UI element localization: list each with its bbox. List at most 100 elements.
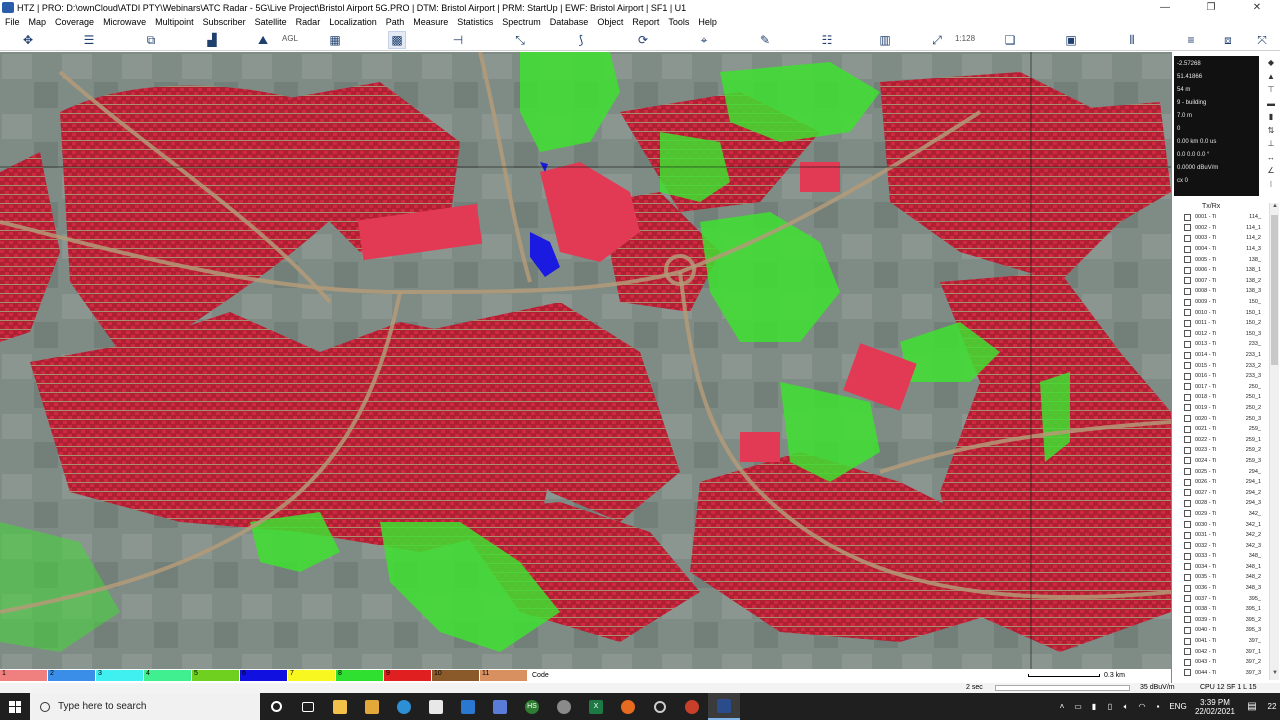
tray-volume-icon[interactable]: 🔈︎ [1118, 702, 1134, 712]
txrx-checkbox[interactable] [1184, 552, 1191, 560]
txrx-checkbox[interactable] [1184, 245, 1191, 253]
signal-icon[interactable]: ⦚ [1265, 180, 1277, 194]
txrx-row[interactable]: 0040 - Ti 395_3 [1184, 625, 1268, 636]
arrows-icon[interactable]: ⇅ [1265, 126, 1277, 140]
txrx-row[interactable]: 0021 - Ti 259_ [1184, 424, 1268, 435]
cortana-icon[interactable] [260, 693, 292, 720]
txrx-checkbox[interactable] [1184, 372, 1191, 380]
txrx-checkbox[interactable] [1184, 266, 1191, 274]
menu-tools[interactable]: Tools [663, 17, 693, 27]
clock[interactable]: 3:39 PM 22/02/2021 [1190, 698, 1240, 716]
txrx-checkbox[interactable] [1184, 213, 1191, 221]
menu-object[interactable]: Object [592, 17, 627, 27]
txrx-checkbox[interactable] [1184, 224, 1191, 232]
menu-coverage[interactable]: Coverage [50, 17, 98, 27]
txrx-row[interactable]: 0007 - Ti 138_2 [1184, 276, 1268, 287]
pin-icon[interactable]: ⊥ [1265, 139, 1277, 153]
txrx-row[interactable]: 0014 - Ti 233_1 [1184, 350, 1268, 361]
txrx-checkbox[interactable] [1184, 637, 1191, 645]
txrx-checkbox[interactable] [1184, 563, 1191, 571]
txrx-checkbox[interactable] [1184, 298, 1191, 306]
settings-app-icon[interactable] [644, 693, 676, 720]
hs-app-icon[interactable]: HS [516, 693, 548, 720]
building-icon[interactable]: ▮ [1265, 112, 1277, 126]
file-explorer-icon[interactable] [324, 693, 356, 720]
network-tool-icon[interactable] [484, 693, 516, 720]
txrx-row[interactable]: 0001 - Ti 114_ [1184, 212, 1268, 223]
notification-icon[interactable]: ▤ [1240, 701, 1264, 712]
txrx-row[interactable]: 0043 - Ti 397_2 [1184, 657, 1268, 668]
align-icon[interactable]: ≡ [1183, 32, 1199, 48]
list-view-icon[interactable]: ☰ [81, 32, 97, 48]
txrx-checkbox[interactable] [1184, 658, 1191, 666]
layers-icon[interactable]: ❏ [1002, 32, 1018, 48]
scroll-down-icon[interactable]: ▼ [1270, 670, 1280, 680]
txrx-row[interactable]: 0010 - Ti 150_1 [1184, 307, 1268, 318]
split-icon[interactable]: ⊣ [450, 32, 466, 48]
txrx-row[interactable]: 0032 - Ti 342_3 [1184, 540, 1268, 551]
txrx-checkbox[interactable] [1184, 510, 1191, 518]
txrx-row[interactable]: 0038 - Ti 395_1 [1184, 604, 1268, 615]
txrx-checkbox[interactable] [1184, 340, 1191, 348]
txrx-row[interactable]: 0025 - Ti 294_ [1184, 466, 1268, 477]
txrx-checkbox[interactable] [1184, 457, 1191, 465]
angle-icon[interactable]: ∠ [1265, 166, 1277, 180]
txrx-checkbox[interactable] [1184, 669, 1191, 677]
excel-icon[interactable]: X [580, 693, 612, 720]
expand-icon[interactable]: ⤧ [1254, 32, 1270, 48]
txrx-checkbox[interactable] [1184, 383, 1191, 391]
refresh-icon[interactable]: ⟳ [635, 32, 651, 48]
grid-icon[interactable]: ▦ [327, 32, 343, 48]
menu-measure[interactable]: Measure [408, 17, 452, 27]
txrx-row[interactable]: 0034 - Ti 348_1 [1184, 562, 1268, 573]
txrx-checkbox[interactable] [1184, 362, 1191, 370]
txrx-checkbox[interactable] [1184, 415, 1191, 423]
tray-camera-icon[interactable]: ▪ [1150, 702, 1166, 711]
menu-report[interactable]: Report [627, 17, 663, 27]
txrx-row[interactable]: 0026 - Ti 294_1 [1184, 477, 1268, 488]
range-icon[interactable]: ↔ [1265, 153, 1277, 167]
txrx-row[interactable]: 0022 - Ti 259_1 [1184, 434, 1268, 445]
txrx-checkbox[interactable] [1184, 351, 1191, 359]
txrx-row[interactable]: 0035 - Ti 348_2 [1184, 572, 1268, 583]
map-view[interactable] [0, 52, 1171, 669]
menu-microwave[interactable]: Microwave [98, 17, 150, 27]
ruler-icon[interactable]: ✎ [757, 32, 773, 48]
txrx-row[interactable]: 0033 - Ti 348_ [1184, 551, 1268, 562]
scroll-thumb[interactable] [1271, 215, 1278, 365]
edge-icon[interactable] [388, 693, 420, 720]
txrx-row[interactable]: 0012 - Ti 150_3 [1184, 329, 1268, 340]
matrix-icon[interactable]: ▩ [388, 31, 406, 49]
txrx-row[interactable]: 0024 - Ti 259_3 [1184, 456, 1268, 467]
txrx-checkbox[interactable] [1184, 319, 1191, 327]
txrx-checkbox[interactable] [1184, 393, 1191, 401]
txrx-checkbox[interactable] [1184, 595, 1191, 603]
start-button[interactable] [0, 693, 30, 720]
store-icon[interactable] [420, 693, 452, 720]
txrx-row[interactable]: 0020 - Ti 250_3 [1184, 413, 1268, 424]
txrx-checkbox[interactable] [1184, 256, 1191, 264]
txrx-checkbox[interactable] [1184, 425, 1191, 433]
restore-button[interactable]: ❐ [1188, 0, 1234, 15]
taskbar-search[interactable]: Type here to search [30, 693, 260, 720]
txrx-row[interactable]: 0016 - Ti 233_3 [1184, 371, 1268, 382]
txrx-row[interactable]: 0003 - Ti 114_2 [1184, 233, 1268, 244]
tray-tablet-icon[interactable]: ▭ [1070, 702, 1086, 711]
txrx-row[interactable]: 0030 - Ti 342_1 [1184, 519, 1268, 530]
zoom-window-icon[interactable]: ⧉ [143, 32, 159, 48]
txrx-row[interactable]: 0009 - Ti 150_ [1184, 297, 1268, 308]
txrx-row[interactable]: 0002 - Ti 114_1 [1184, 223, 1268, 234]
htz-app-icon[interactable] [708, 693, 740, 720]
txrx-checkbox[interactable] [1184, 499, 1191, 507]
menu-subscriber[interactable]: Subscriber [198, 17, 250, 27]
txrx-checkbox[interactable] [1184, 277, 1191, 285]
txrx-row[interactable]: 0008 - Ti 138_3 [1184, 286, 1268, 297]
mail-icon[interactable] [452, 693, 484, 720]
txrx-checkbox[interactable] [1184, 531, 1191, 539]
txrx-checkbox[interactable] [1184, 648, 1191, 656]
menu-file[interactable]: File [0, 17, 24, 27]
txrx-row[interactable]: 0042 - Ti 397_1 [1184, 646, 1268, 657]
txrx-checkbox[interactable] [1184, 436, 1191, 444]
txrx-row[interactable]: 0036 - Ti 348_3 [1184, 583, 1268, 594]
txrx-checkbox[interactable] [1184, 330, 1191, 338]
